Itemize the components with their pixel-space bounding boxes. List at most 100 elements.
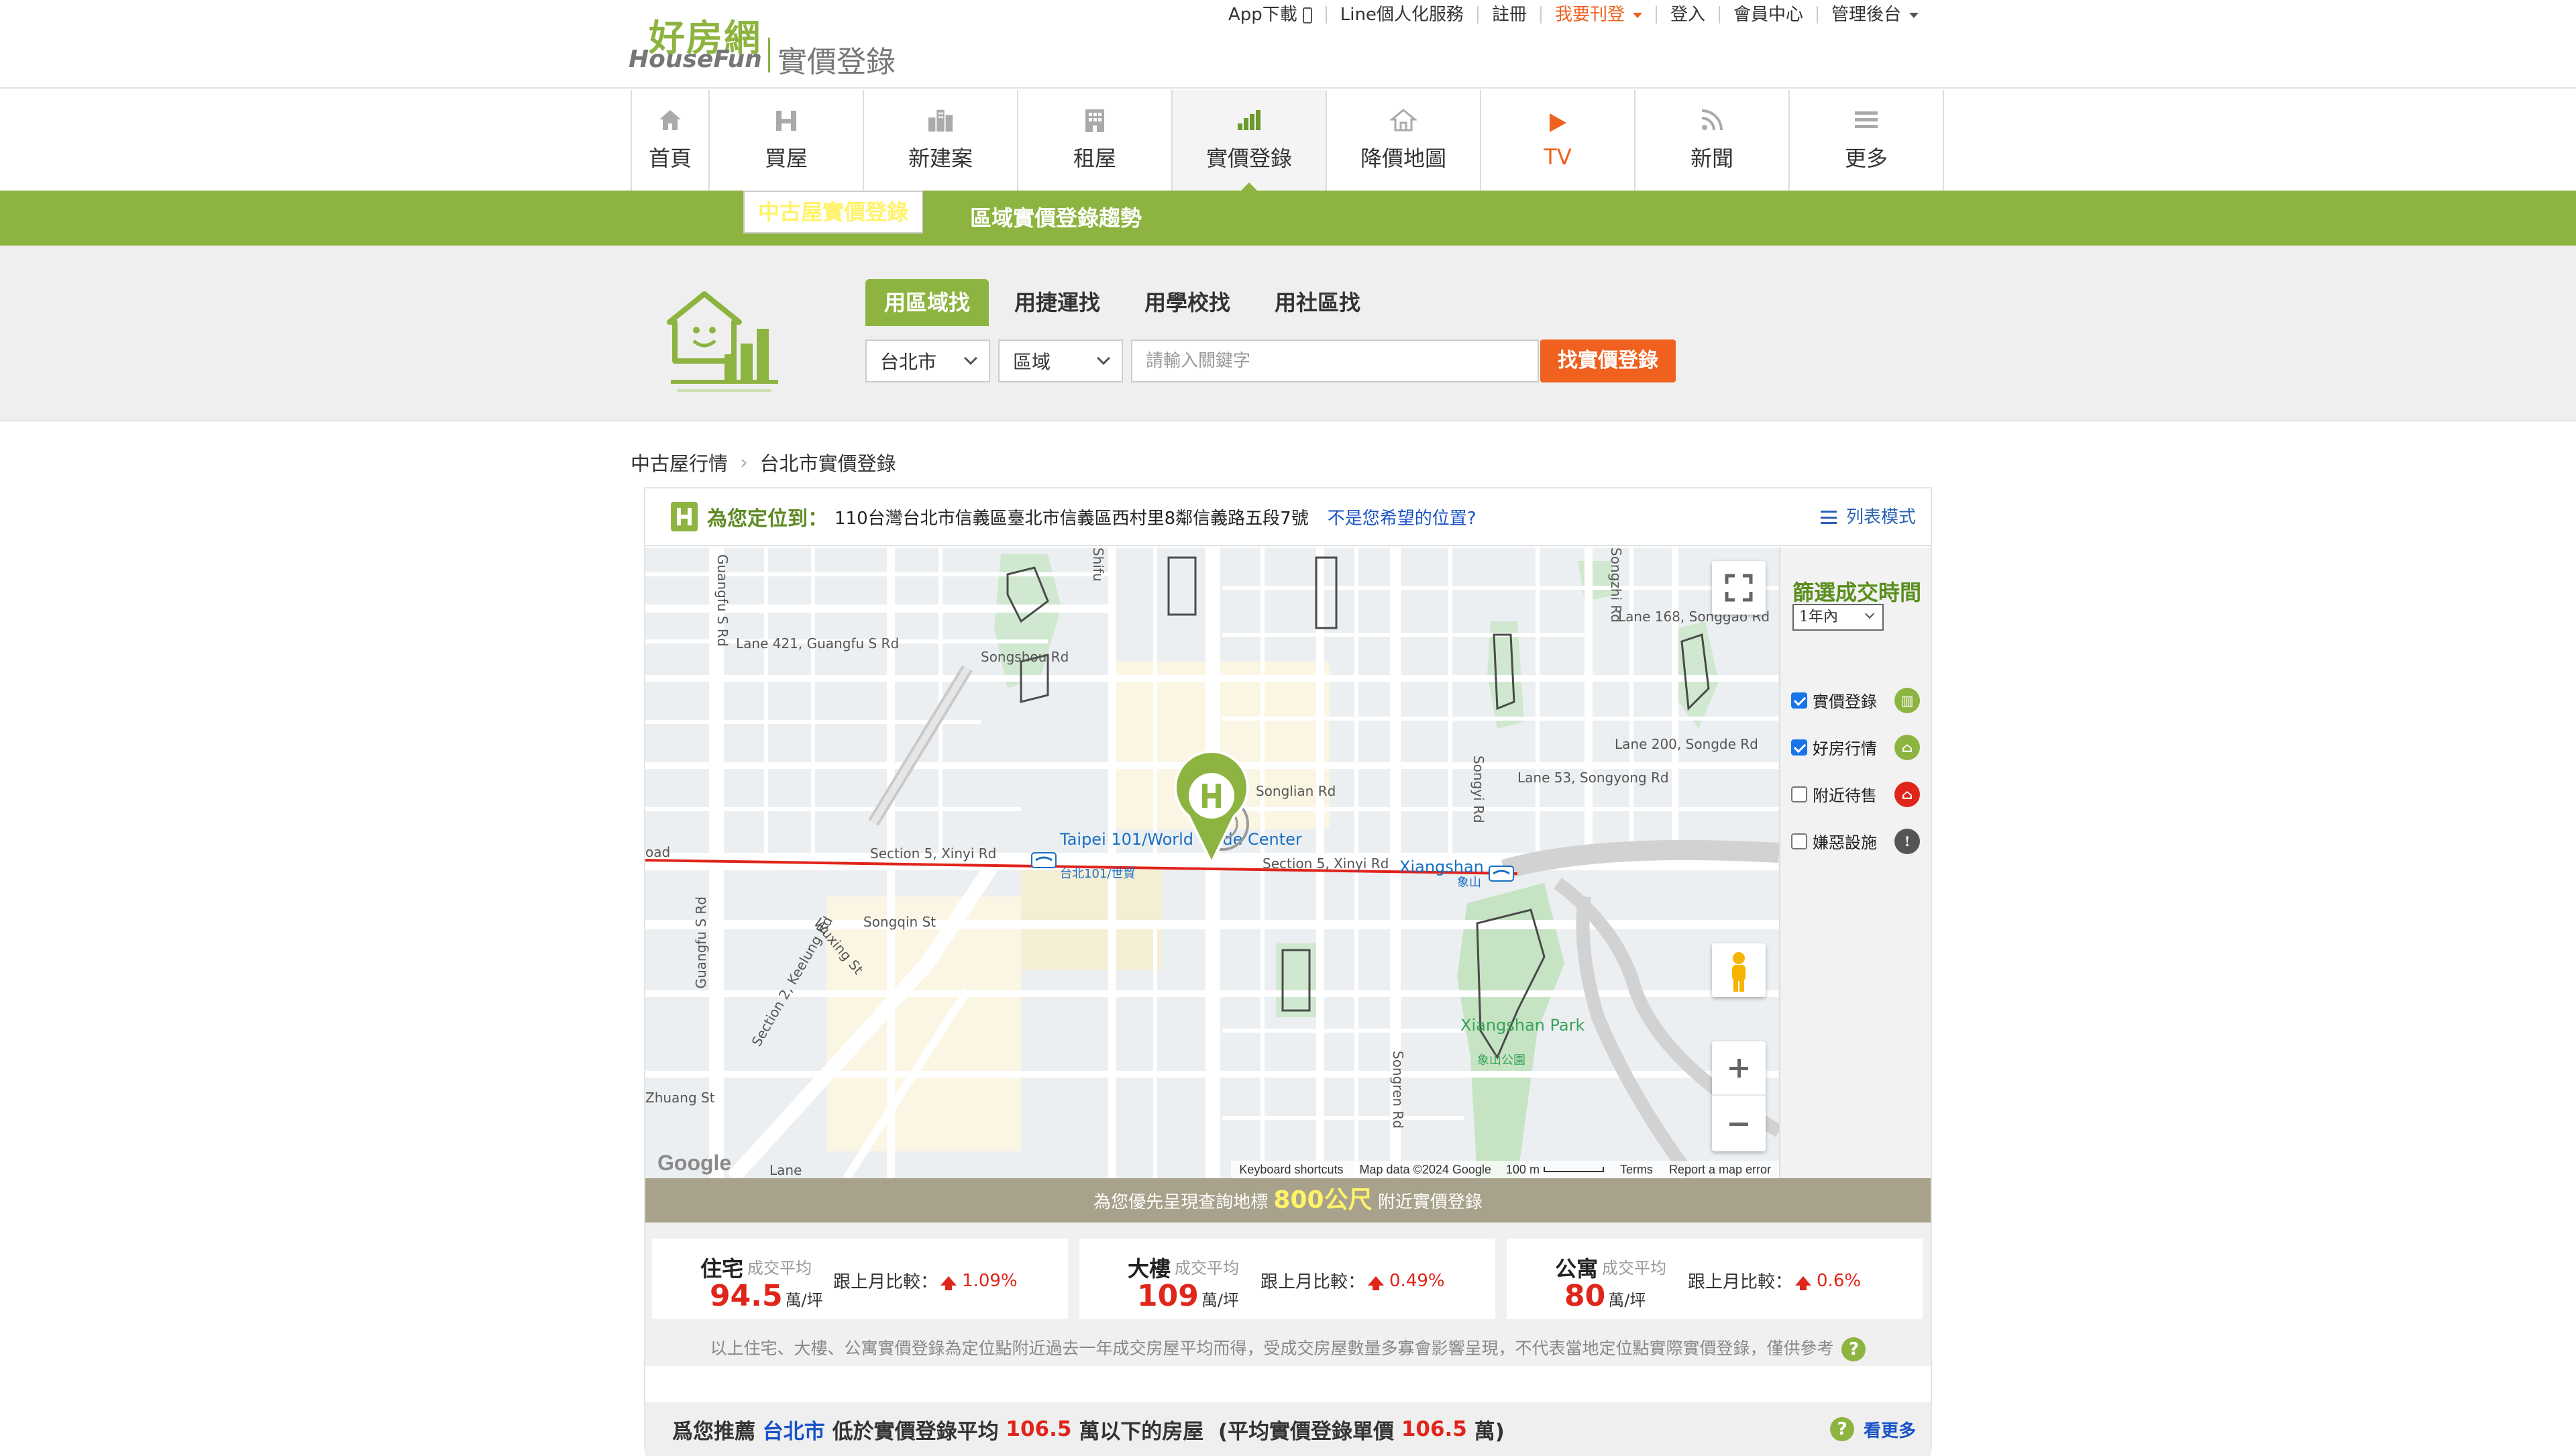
nav-label: 首頁 [648, 146, 692, 171]
disclaimer-text: 以上住宅、大樓、公寓實價登錄為定位點附近過去一年成交房屋平均而得，受成交房屋數量… [710, 1339, 1834, 1358]
sub-nav: 中古屋實價登錄 區域實價登錄趨勢 [0, 191, 2576, 246]
zoom-out-button[interactable] [1712, 1097, 1766, 1151]
map-label: Shifu [1090, 548, 1106, 582]
stat-card-apartment: 公寓 成交平均 80 萬/坪 跟上月比較： 0.6% [1507, 1239, 1923, 1319]
report-map-error-link[interactable]: Report a map error [1669, 1163, 1771, 1177]
nav-label: 租屋 [1073, 146, 1116, 171]
stat-compare: 跟上月比較： 0.6% [1688, 1268, 1861, 1293]
recommend-text: 萬) [1474, 1419, 1505, 1444]
map-scale: 100 m [1506, 1163, 1604, 1177]
compare-label: 跟上月比較： [833, 1272, 938, 1292]
plus-icon [1729, 1059, 1748, 1078]
nav-item-tv[interactable]: TV [1481, 90, 1635, 191]
checkbox-checked[interactable] [1791, 692, 1807, 709]
help-icon[interactable]: ? [1841, 1337, 1866, 1361]
map-data-text: Map data ©2024 Google [1359, 1162, 1491, 1176]
up-arrow-icon [1368, 1276, 1385, 1290]
tab-by-mrt[interactable]: 用捷運找 [996, 279, 1119, 326]
street-view-pegman[interactable] [1712, 943, 1766, 997]
wrong-location-link[interactable]: 不是您希望的位置? [1328, 505, 1477, 529]
terms-link[interactable]: Terms [1620, 1163, 1653, 1177]
list-icon [1820, 511, 1837, 524]
nav-label: 買屋 [764, 146, 808, 171]
main-nav: 首頁 買屋 新建案 租屋 實價登錄 降價地圖 TV 新聞 更多 [631, 90, 1945, 192]
mrt-station-icon [1489, 866, 1514, 882]
login-link[interactable]: 登入 [1655, 6, 1719, 23]
see-more-label: 看更多 [1863, 1420, 1916, 1441]
list-mode-button[interactable]: 列表模式 [1820, 488, 1916, 546]
price-map-panel: 為您定位到： 110台灣台北市信義區臺北市信義區西村里8鄰信義路五段7號 不是您… [644, 487, 1932, 1456]
keyboard-shortcuts-link[interactable]: Keyboard shortcuts [1239, 1163, 1343, 1177]
search-tabs: 用區域找 用捷運找 用學校找 用社區找 [865, 279, 1386, 326]
city-select[interactable]: 台北市 [865, 340, 990, 382]
nav-label: 實價登錄 [1205, 146, 1292, 171]
price-house-illustration-icon [667, 291, 778, 392]
nav-label: 降價地圖 [1360, 146, 1446, 171]
map-label: Lane 200, Songde Rd [1615, 736, 1758, 752]
nav-item-news[interactable]: 新聞 [1635, 90, 1790, 191]
logo-subtitle: 實價登錄 [777, 45, 896, 79]
subnav-area-trend[interactable]: 區域實價登錄趨勢 [970, 191, 1142, 246]
member-center-link[interactable]: 會員中心 [1718, 6, 1817, 23]
breadcrumb-item[interactable]: 台北市實價登錄 [760, 448, 896, 476]
nav-item-buy[interactable]: 買屋 [710, 90, 864, 191]
map-label: Songshou Rd [981, 649, 1069, 665]
map-label: Section 5, Xinyi Rd [870, 845, 996, 862]
search-button[interactable]: 找實價登錄 [1540, 340, 1676, 382]
compare-label: 跟上月比較： [1688, 1272, 1793, 1292]
warning-icon: ! [1894, 828, 1920, 854]
zoom-in-button[interactable] [1712, 1041, 1766, 1096]
filter-label: 附近待售 [1813, 786, 1877, 805]
map-label: Zhuang St [645, 1090, 715, 1106]
minus-icon [1729, 1123, 1748, 1126]
stats-disclaimer: 以上住宅、大樓、公寓實價登錄為定位點附近過去一年成交房屋平均而得，受成交房屋數量… [645, 1335, 1931, 1361]
checkbox-unchecked[interactable] [1791, 833, 1807, 849]
checkbox-unchecked[interactable] [1791, 786, 1807, 802]
nav-item-rent[interactable]: 租屋 [1018, 90, 1173, 191]
register-link[interactable]: 註冊 [1477, 6, 1540, 23]
nav-item-new-project[interactable]: 新建案 [864, 90, 1018, 191]
app-download-link[interactable]: App下載 [1215, 6, 1326, 23]
fullscreen-button[interactable] [1712, 561, 1766, 615]
up-arrow-icon [941, 1276, 957, 1290]
line-service-link[interactable]: Line個人化服務 [1325, 6, 1477, 23]
map-scale-label: 100 m [1505, 1162, 1540, 1176]
tab-by-district[interactable]: 用區域找 [865, 279, 989, 326]
period-select[interactable]: 1年內 [1792, 604, 1884, 631]
filter-label: 嫌惡設施 [1813, 833, 1877, 852]
bar-chart-icon: ▥ [1894, 687, 1920, 713]
logo-english: HouseFun [629, 46, 762, 73]
list-mode-label: 列表模式 [1845, 507, 1916, 527]
location-bar: 為您定位到： 110台灣台北市信義區臺北市信義區西村里8鄰信義路五段7號 不是您… [645, 488, 1931, 546]
tab-by-community[interactable]: 用社區找 [1256, 279, 1379, 326]
price-stats: 住宅 成交平均 94.5 萬/坪 跟上月比較： 1.09% 大樓 成交平均 109 萬… [645, 1223, 1931, 1366]
post-listing-menu[interactable]: 我要刊登 [1540, 6, 1656, 23]
district-select[interactable]: 區域 [998, 340, 1123, 382]
filter-nuisance-facilities[interactable]: 嫌惡設施 ! [1791, 828, 1925, 854]
logo-separator [768, 38, 770, 72]
checkbox-checked[interactable] [1791, 739, 1807, 756]
map-canvas[interactable]: Guangfu S Rd Lane 421, Guangfu S Rd Song… [645, 548, 1779, 1178]
location-label: 為您定位到： [707, 507, 828, 531]
see-more-link[interactable]: ? 看更多 [1827, 1417, 1916, 1442]
tab-by-school[interactable]: 用學校找 [1126, 279, 1249, 326]
subnav-resale-registry[interactable]: 中古屋實價登錄 [743, 191, 924, 233]
phone-icon [1302, 7, 1312, 23]
keyword-input[interactable]: 請輸入關鍵字 [1131, 340, 1539, 382]
top-bar: 好房網 HouseFun 實價登錄 App下載 Line個人化服務 註冊 我要刊… [0, 0, 2576, 89]
filter-nearby-for-sale[interactable]: 附近待售 ⌂ [1791, 781, 1925, 807]
map-label: Section 5, Xinyi Rd [1263, 855, 1389, 872]
nav-item-price-drop-map[interactable]: 降價地圖 [1327, 90, 1481, 191]
map-label: Guangfu S Rd [693, 896, 709, 989]
stat-number: 80 [1564, 1279, 1606, 1313]
post-listing-label: 我要刊登 [1554, 5, 1625, 25]
breadcrumb-item[interactable]: 中古屋行情 [631, 448, 728, 476]
admin-menu[interactable]: 管理後台 [1816, 5, 1932, 25]
nav-item-price-registry[interactable]: 實價登錄 [1173, 90, 1327, 192]
admin-label: 管理後台 [1831, 5, 1901, 25]
nav-item-more[interactable]: 更多 [1790, 90, 1944, 191]
nav-item-home[interactable]: 首頁 [632, 90, 710, 191]
housefun-logo[interactable]: 好房網 HouseFun 實價登錄 [629, 8, 904, 79]
filter-market-price[interactable]: 好房行情 ⌂ [1791, 734, 1925, 760]
filter-price-registry[interactable]: 實價登錄 ▥ [1791, 687, 1925, 713]
